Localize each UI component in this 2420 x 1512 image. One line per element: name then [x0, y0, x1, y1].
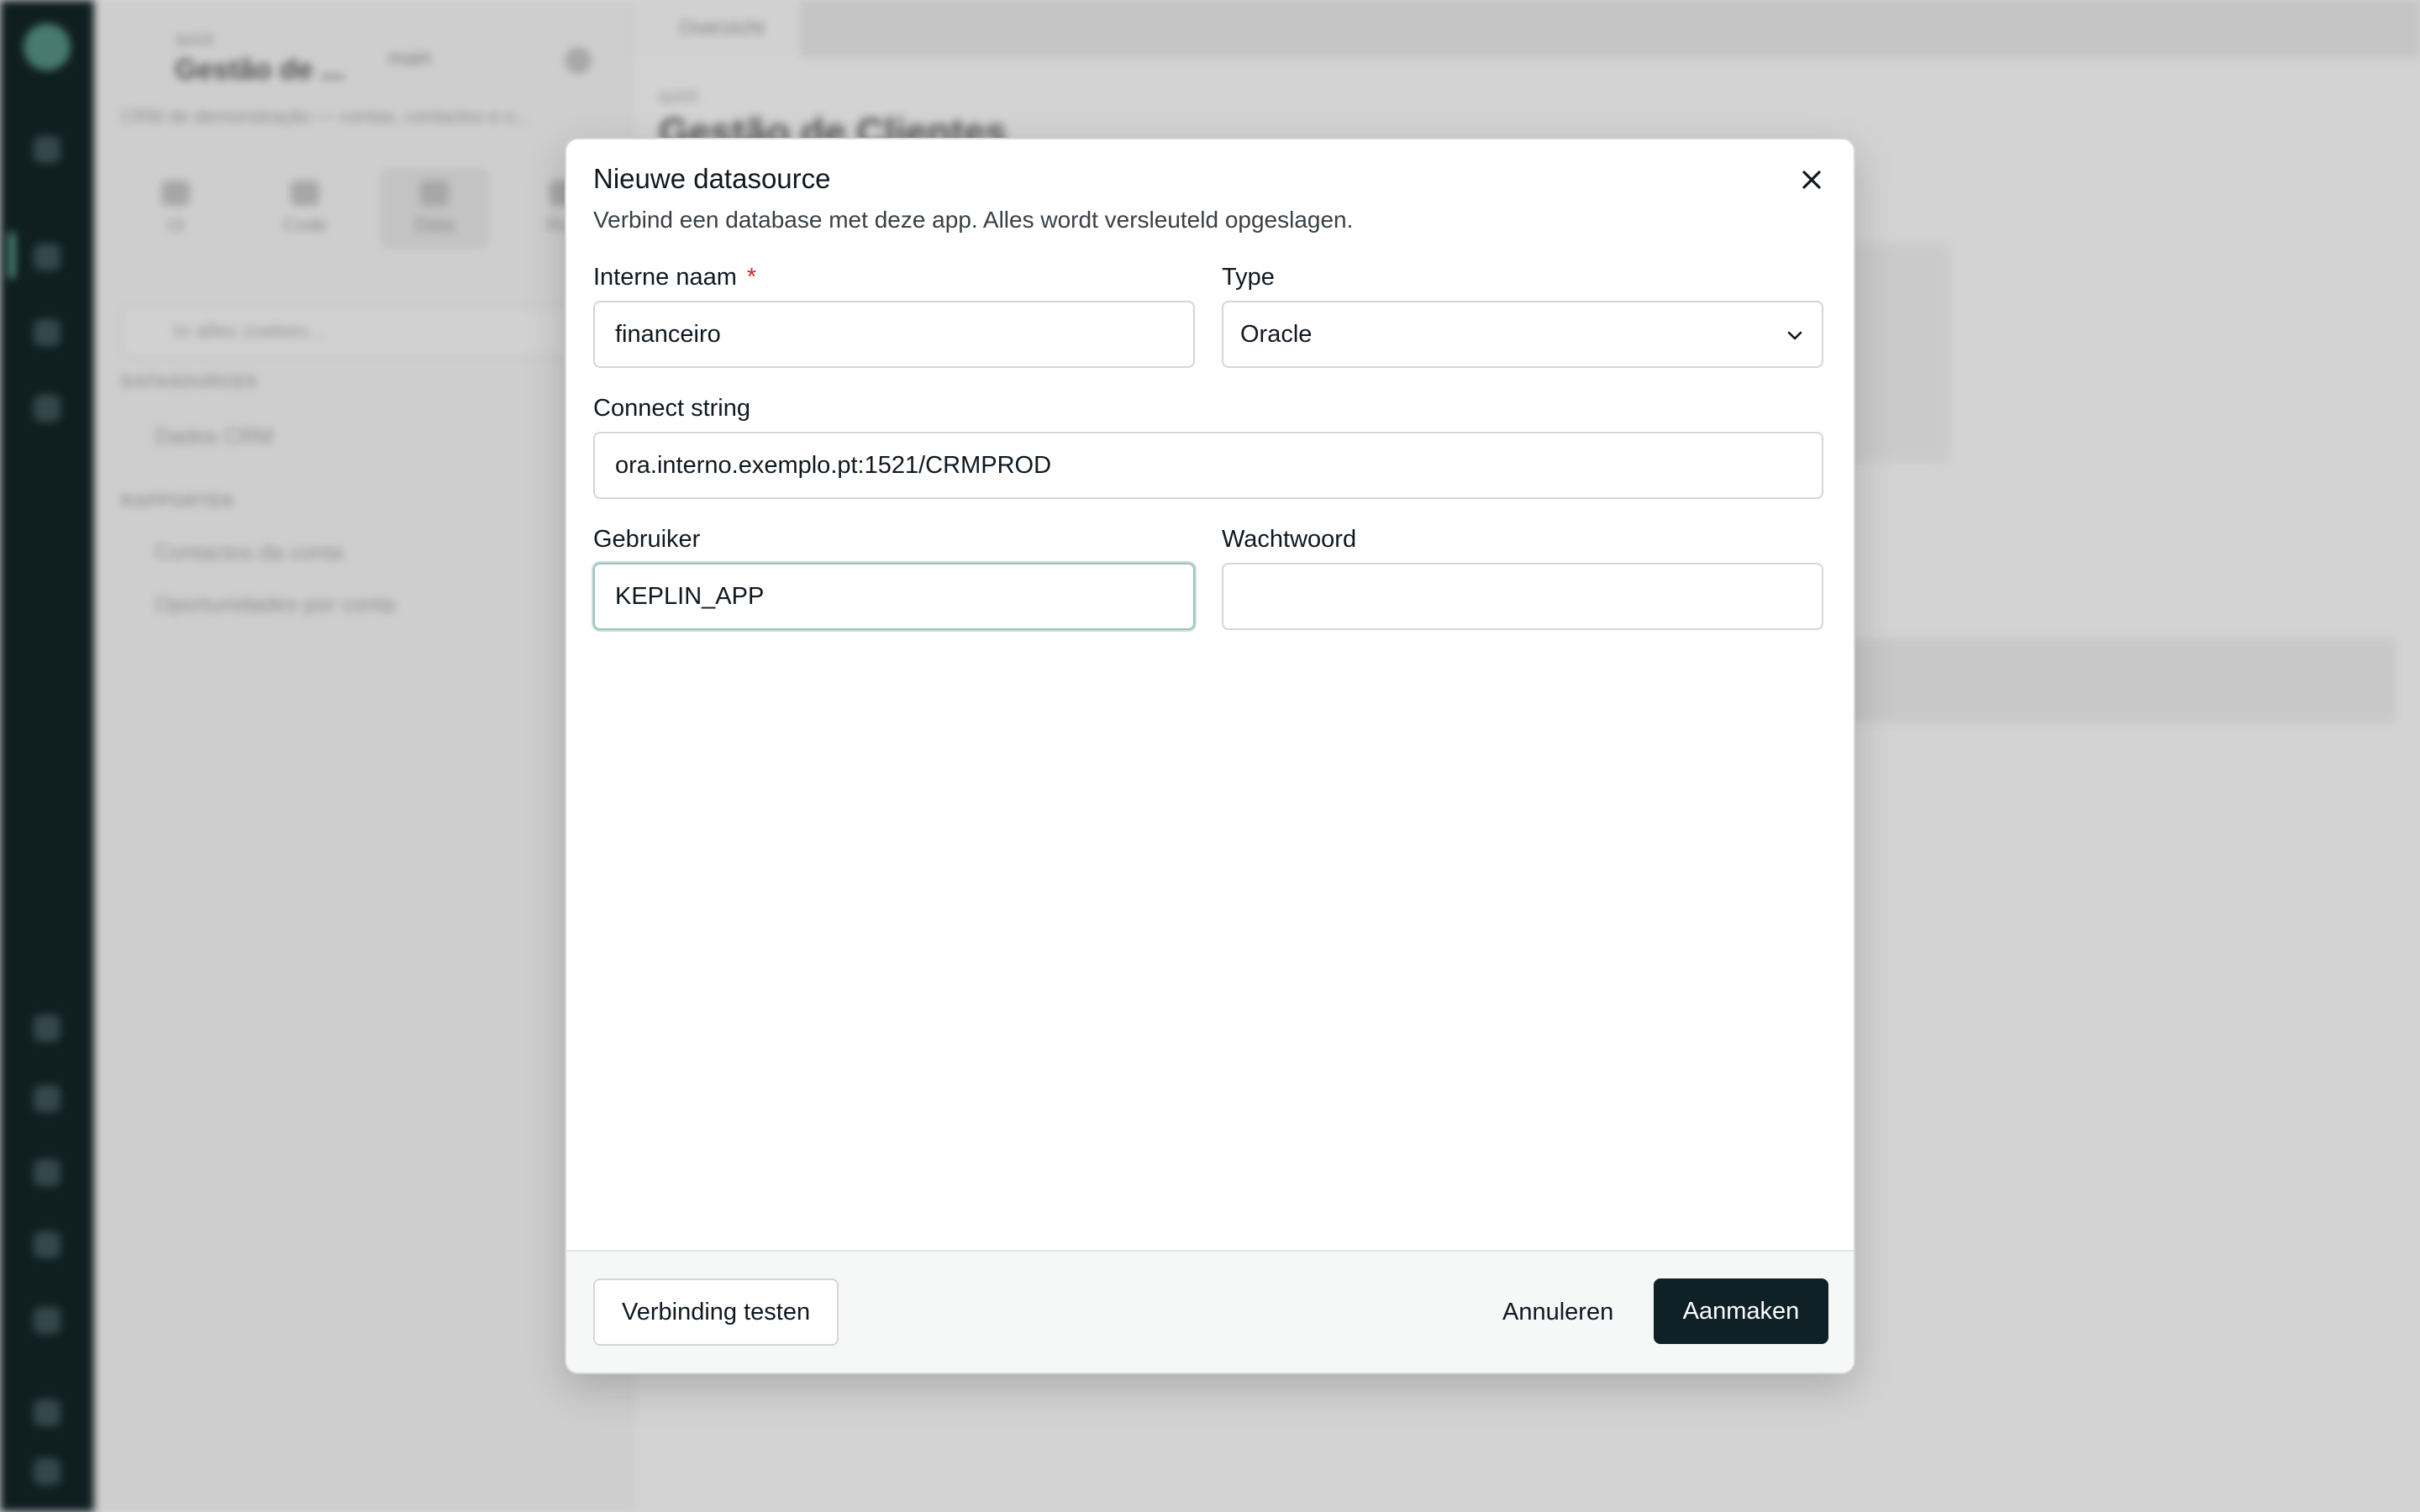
- test-connection-button[interactable]: Verbinding testen: [593, 1278, 839, 1346]
- required-marker: *: [746, 264, 757, 291]
- password-label: Wachtwoord: [1222, 526, 1357, 553]
- type-select[interactable]: Oracle: [1222, 301, 1823, 368]
- internal-name-label: Interne naam *: [593, 264, 757, 291]
- internal-name-input[interactable]: [593, 301, 1195, 368]
- new-datasource-dialog: Nieuwe datasource Verbind een database m…: [565, 138, 1855, 1374]
- user-label: Gebruiker: [593, 526, 701, 553]
- create-button[interactable]: Aanmaken: [1654, 1278, 1828, 1344]
- cancel-button[interactable]: Annuleren: [1482, 1278, 1634, 1346]
- close-icon: [1802, 171, 1821, 189]
- dialog-description: Verbind een database met deze app. Alles…: [593, 207, 1354, 233]
- chevron-down-icon: [1787, 331, 1802, 340]
- connect-string-input[interactable]: [593, 432, 1823, 499]
- close-button[interactable]: [1791, 160, 1832, 200]
- user-input[interactable]: [593, 563, 1195, 630]
- dialog-footer: Verbinding testen Annuleren Aanmaken: [566, 1250, 1854, 1373]
- type-selected-value: Oracle: [1240, 320, 1313, 348]
- type-label: Type: [1222, 264, 1275, 291]
- dialog-title: Nieuwe datasource: [593, 163, 831, 194]
- password-input[interactable]: [1222, 563, 1823, 630]
- connect-string-label: Connect string: [593, 395, 750, 422]
